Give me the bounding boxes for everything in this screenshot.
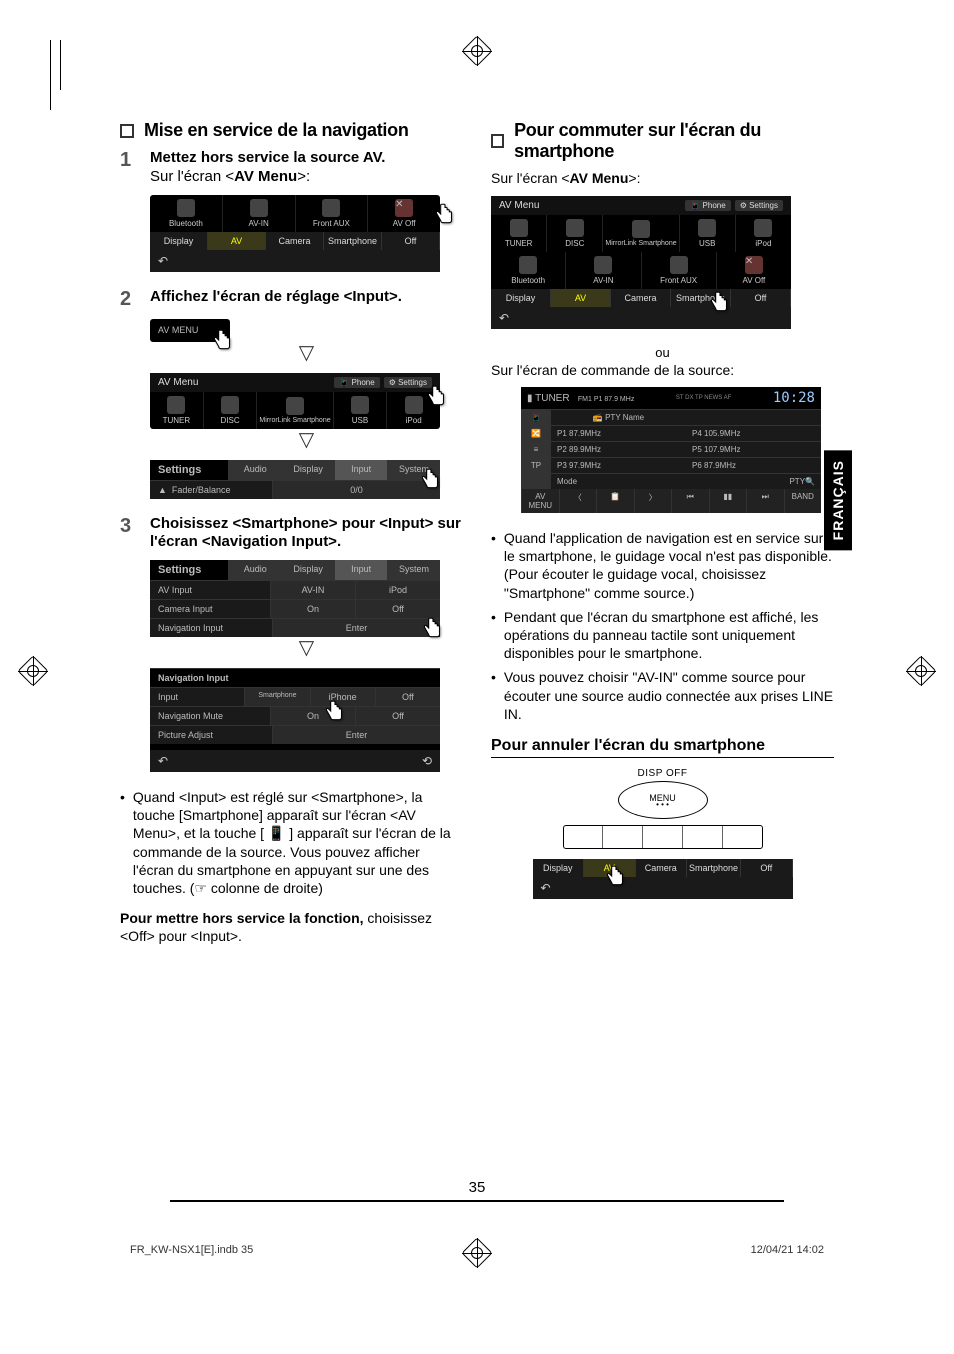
section-marker-icon [120, 124, 134, 138]
pointer-hand-icon [432, 201, 458, 227]
back-icon: ↶ [491, 307, 791, 329]
guide-line [60, 40, 61, 90]
page-number: 35 [469, 1179, 486, 1196]
registration-mark-right [910, 660, 932, 682]
section-marker-icon [491, 134, 504, 148]
avmenu-button-screenshot: AV MENU [150, 319, 230, 342]
step-title: Affichez l'écran de réglage <Input>. [150, 288, 463, 307]
bullet-icon: • [491, 668, 496, 723]
navigation-input-screenshot: Navigation Input InputSmartphoneiPhoneOf… [150, 668, 440, 772]
section-title: Mise en service de la navigation [144, 120, 409, 141]
pointer-hand-icon [418, 466, 444, 492]
settings-bar-screenshot: Settings Audio Display Input System ▲ Fa… [150, 460, 440, 499]
home-icon: ⟲ [422, 754, 432, 768]
pointer-hand-icon [420, 615, 446, 641]
step-number: 1 [120, 149, 138, 187]
subsection-title: Pour annuler l'écran du smartphone [491, 737, 834, 758]
language-tab: FRANÇAIS [824, 450, 852, 550]
pointer-hand-icon [322, 698, 348, 724]
cancel-tabs-screenshot: Display AV Camera Smartphone Off ↶ [533, 859, 793, 899]
source-control-label: Sur l'écran de commande de la source: [491, 362, 834, 380]
av-menu-full-screenshot: AV Menu 📱 Phone ⚙ Settings TUNER DISC Mi… [491, 196, 791, 329]
bullet-text: Vous pouvez choisir "AV-IN" comme source… [504, 668, 834, 723]
av-menu-screenshot-2: AV Menu 📱 Phone ⚙ Settings TUNER DISC Mi… [150, 373, 440, 429]
pointer-hand-icon [603, 863, 629, 889]
bullet-text: Quand <Input> est réglé sur <Smartphone>… [133, 788, 463, 897]
step-subtitle: Sur l'écran <AV Menu>: [150, 168, 463, 187]
disable-note: Pour mettre hors service la fonction, ch… [120, 909, 463, 945]
page-number-rule [170, 1200, 500, 1202]
tuner-screenshot: ▮ TUNER FM1 P1 87.9 MHz ST DX TP NEWS AF… [521, 387, 821, 513]
back-icon: ↶ [158, 754, 168, 768]
bullet-icon: • [120, 788, 125, 897]
pointer-hand-icon [210, 327, 236, 353]
av-menu-screenshot-1: Bluetooth AV-IN Front AUX ✕AV Off Displa… [150, 195, 440, 272]
bullet-icon: • [491, 529, 496, 602]
step-title: Mettez hors service la source AV. [150, 149, 463, 168]
flow-arrow-icon: ▽ [150, 340, 463, 365]
settings-input-screenshot: Settings Audio Display Input System AV I… [150, 560, 440, 637]
registration-mark-top [466, 40, 488, 62]
guide-line [50, 40, 51, 110]
section-subtitle: Sur l'écran <AV Menu>: [491, 170, 834, 188]
bullet-text: Quand l'application de navigation est en… [504, 529, 834, 602]
pointer-hand-icon [707, 289, 733, 315]
pointer-hand-icon [424, 383, 450, 409]
registration-mark-bottom [466, 1242, 488, 1264]
flow-arrow-icon: ▽ [150, 635, 463, 660]
back-icon: ↶ [150, 250, 440, 272]
disp-off-diagram: DISP OFF MENU • • • [553, 768, 773, 849]
registration-mark-left [22, 660, 44, 682]
flow-arrow-icon: ▽ [150, 427, 463, 452]
back-icon: ↶ [533, 877, 793, 899]
footer-left: FR_KW-NSX1[E].indb 35 [130, 1244, 253, 1256]
bullet-icon: • [491, 608, 496, 663]
footer-right: 12/04/21 14:02 [751, 1244, 824, 1256]
page-number-rule [454, 1200, 784, 1202]
step-number: 2 [120, 288, 138, 311]
step-number: 3 [120, 515, 138, 553]
bullet-text: Pendant que l'écran du smartphone est af… [504, 608, 834, 663]
or-label: ou [491, 345, 834, 360]
section-title: Pour commuter sur l'écran du smartphone [514, 120, 834, 162]
step-title: Choisissez <Smartphone> pour <Input> sur… [150, 515, 463, 553]
